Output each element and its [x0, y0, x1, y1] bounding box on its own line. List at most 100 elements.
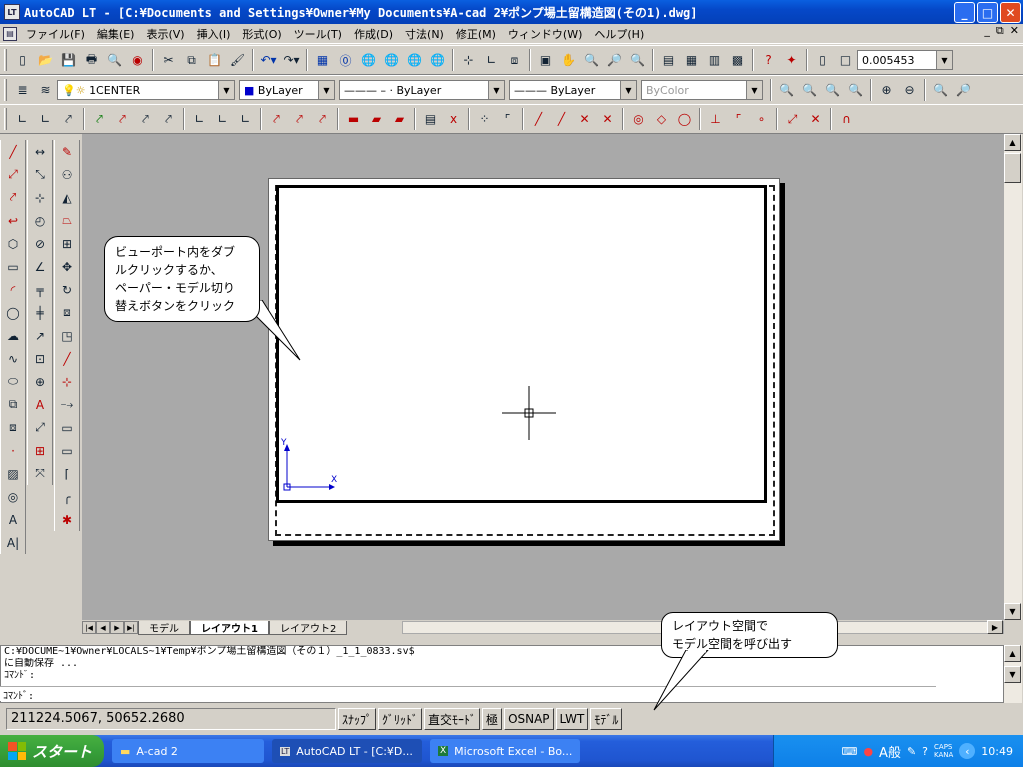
scroll-up-icon[interactable]: ▲: [1004, 645, 1021, 662]
arc-icon[interactable]: ◜: [1, 278, 25, 301]
snap-quadrant-icon[interactable]: ◇: [650, 108, 673, 130]
command-input[interactable]: ｺﾏﾝﾄﾞ:: [0, 686, 936, 702]
undo-icon[interactable]: ↶▾: [257, 49, 280, 71]
tab-model[interactable]: モデル: [138, 620, 190, 635]
ucs-preset-icon[interactable]: ⤤: [311, 108, 334, 130]
tab-last-icon[interactable]: ▶|: [124, 621, 138, 634]
snap-none-icon[interactable]: ✕: [804, 108, 827, 130]
dim-center-icon[interactable]: ⊕: [28, 370, 52, 393]
ucs-named-icon[interactable]: ⤤: [288, 108, 311, 130]
viewport-icon[interactable]: ▯: [811, 49, 834, 71]
ucs-apply-icon[interactable]: ⤤: [265, 108, 288, 130]
dim-radius-icon[interactable]: ◴: [28, 209, 52, 232]
scroll-down-icon[interactable]: ▼: [1004, 603, 1021, 620]
title-bar[interactable]: LT AutoCAD LT - [C:¥Documents and Settin…: [0, 0, 1023, 24]
layer-combo[interactable]: 💡☼ 1CENTER ▼: [57, 80, 235, 100]
tray-expand-icon[interactable]: ‹: [959, 743, 976, 759]
dim-continue-icon[interactable]: ╪: [28, 301, 52, 324]
ortho-toggle[interactable]: 直交ﾓｰﾄﾞ: [424, 708, 481, 730]
erase-icon[interactable]: ✎: [55, 140, 79, 163]
osnap-toggle[interactable]: OSNAP: [504, 708, 554, 730]
dim-aligned-side-icon[interactable]: ⤡: [28, 163, 52, 186]
chevron-down-icon[interactable]: ▼: [620, 81, 636, 99]
print-preview-icon[interactable]: 🔍: [103, 49, 126, 71]
design-center-icon[interactable]: ▦: [311, 49, 334, 71]
tab-first-icon[interactable]: |◀: [82, 621, 96, 634]
rotate-icon[interactable]: ↻: [55, 278, 79, 301]
scroll-right-icon[interactable]: ▶: [987, 620, 1003, 634]
scale-icon[interactable]: ⧈: [55, 301, 79, 324]
web-icon[interactable]: 🌐: [357, 49, 380, 71]
circle-icon[interactable]: ◯: [1, 301, 25, 324]
mirror-icon[interactable]: ◭: [55, 186, 79, 209]
snap-from-icon[interactable]: ⌜: [496, 108, 519, 130]
break-icon[interactable]: ▭: [55, 416, 79, 439]
lwt-toggle[interactable]: LWT: [555, 708, 589, 730]
arc-polyline-icon[interactable]: ↩: [1, 209, 25, 232]
dim-linear-side-icon[interactable]: ↔: [28, 140, 52, 163]
snap-temp-icon[interactable]: ⁘: [473, 108, 496, 130]
revision-cloud-icon[interactable]: ☁: [1, 324, 25, 347]
dim-style-icon[interactable]: ▰: [388, 108, 411, 130]
command-scrollbar[interactable]: ▲ ▼: [1004, 645, 1022, 703]
copy-icon[interactable]: ⧉: [180, 49, 203, 71]
extend-icon[interactable]: ⤍: [55, 393, 79, 416]
zoom-previous-icon[interactable]: 🔍: [626, 49, 649, 71]
dim-update-icon[interactable]: ⊞: [28, 439, 52, 462]
ucs-icon[interactable]: ∟: [480, 49, 503, 71]
polygon-icon[interactable]: ⬡: [1, 232, 25, 255]
layer-manager-icon[interactable]: ≣: [11, 79, 34, 101]
help-icon[interactable]: ?: [757, 49, 780, 71]
ime-tools-icon[interactable]: ✎: [907, 745, 916, 758]
ucs-object-icon[interactable]: ⤤: [88, 108, 111, 130]
menu-file[interactable]: ファイル(F): [20, 26, 91, 42]
zoom-window-icon[interactable]: 🔎: [603, 49, 626, 71]
doc-minimize-button[interactable]: _: [984, 24, 990, 38]
dim-text-edit-icon[interactable]: ⤢: [28, 416, 52, 439]
start-button[interactable]: スタート: [0, 735, 104, 767]
doc-close-button[interactable]: ✕: [1010, 24, 1019, 38]
ime-help-icon[interactable]: ?: [922, 745, 928, 758]
scale-combo[interactable]: 0.005453 ▼: [857, 50, 953, 70]
ellipse-icon[interactable]: ⬭: [1, 370, 25, 393]
single-line-text-icon[interactable]: A|: [1, 531, 25, 554]
line-icon[interactable]: ╱: [1, 140, 25, 163]
plotstyle-combo[interactable]: ByColor ▼: [641, 80, 763, 100]
tab-prev-icon[interactable]: ◀: [96, 621, 110, 634]
linetype-combo[interactable]: ——— – · ByLayer ▼: [339, 80, 505, 100]
array-icon[interactable]: ⊞: [55, 232, 79, 255]
paste-icon[interactable]: 📋: [203, 49, 226, 71]
zoom-dynamic-icon[interactable]: 🔍: [798, 79, 821, 101]
doc-restore-button[interactable]: ⧉: [996, 24, 1004, 38]
print-icon[interactable]: 🖶: [80, 49, 103, 71]
menu-dimension[interactable]: 寸法(N): [399, 26, 450, 42]
color-combo[interactable]: ■ ByLayer ▼: [239, 80, 335, 100]
named-views-icon[interactable]: ▣: [534, 49, 557, 71]
dim-ordinate-icon[interactable]: ⊹: [28, 186, 52, 209]
xy-icon[interactable]: ⅹ: [442, 108, 465, 130]
task-autocad[interactable]: LT AutoCAD LT - [C:¥D...: [272, 739, 422, 763]
tab-layout2[interactable]: レイアウト2: [268, 620, 348, 635]
point-icon[interactable]: ·: [1, 439, 25, 462]
publish-icon[interactable]: ◉: [126, 49, 149, 71]
scroll-up-icon[interactable]: ▲: [1004, 134, 1021, 151]
insert-block-icon[interactable]: ⧉: [1, 393, 25, 416]
grid-toggle[interactable]: ｸﾞﾘｯﾄﾞ: [378, 708, 423, 730]
layer-previous-icon[interactable]: ≋: [34, 79, 57, 101]
chevron-down-icon[interactable]: ▼: [936, 51, 952, 69]
hatch-icon[interactable]: ▨: [1, 462, 25, 485]
viewport[interactable]: [276, 185, 767, 503]
task-acad2-folder[interactable]: ▬ A-cad 2: [112, 739, 264, 763]
ucs-previous-icon[interactable]: ∟: [34, 108, 57, 130]
chevron-down-icon[interactable]: ▼: [746, 81, 762, 99]
snap-apparent-icon[interactable]: ✕: [596, 108, 619, 130]
maximize-button[interactable]: □: [977, 2, 998, 23]
document-icon[interactable]: ▤: [3, 26, 17, 41]
menu-draw[interactable]: 作成(D): [348, 26, 399, 42]
toolbar-grip[interactable]: [4, 49, 7, 71]
ucs-world-icon[interactable]: ∟: [11, 108, 34, 130]
construction-line-icon[interactable]: ⤢: [1, 163, 25, 186]
text-icon[interactable]: ▤: [419, 108, 442, 130]
toolbar-grip[interactable]: [4, 108, 7, 130]
ucs-face-icon[interactable]: ⤤: [57, 108, 80, 130]
